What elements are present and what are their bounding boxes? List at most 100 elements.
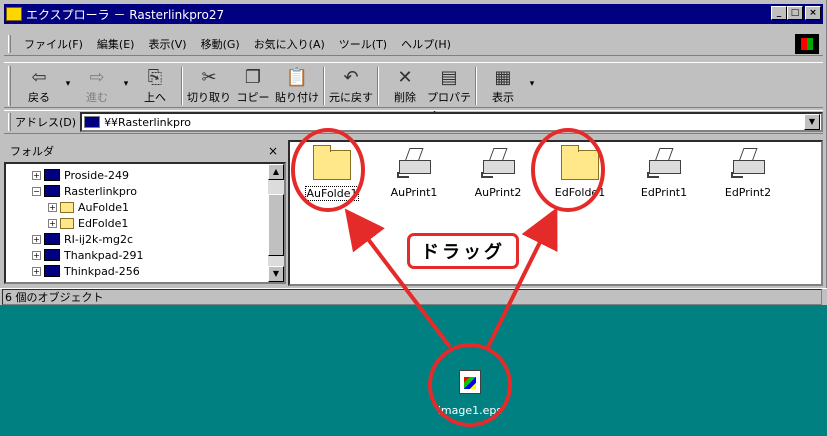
file-item-edprint1[interactable]: EdPrint1 — [624, 144, 704, 210]
toolbar-label: 表示 — [492, 91, 514, 104]
minimize-button[interactable]: _ — [771, 6, 787, 20]
tree-item-label: EdFolde1 — [78, 216, 129, 230]
title-bar[interactable]: エクスプローラ － Rasterlinkpro27 _ □ × — [4, 4, 823, 24]
file-item-edprint2[interactable]: EdPrint2 — [708, 144, 788, 210]
scroll-down-button[interactable]: ▼ — [268, 266, 284, 282]
expand-toggle-icon[interactable]: + — [48, 202, 57, 212]
toolbar-button-undo[interactable]: ↶ 元に戻す — [329, 63, 373, 107]
dropdown-arrow-icon[interactable]: ▾ — [525, 63, 539, 89]
network-printer-icon — [479, 144, 517, 180]
forward-arrow-icon: ⇨ — [89, 67, 105, 88]
menu-help[interactable]: ヘルプ(H) — [394, 36, 458, 52]
expand-toggle-icon[interactable]: + — [32, 234, 41, 244]
file-item-aufolde1[interactable]: AuFolde1 — [292, 144, 372, 210]
address-label: アドレス(D) — [15, 116, 77, 129]
toolbar-button-scissors[interactable]: ✂ 切り取り — [187, 63, 231, 107]
tree-item[interactable]: + EdFolde1 — [48, 216, 128, 230]
computer-icon — [44, 169, 60, 181]
folder-icon — [60, 217, 74, 229]
menubar-grip — [8, 34, 11, 53]
toolbar-button-paste[interactable]: 📋 貼り付け — [275, 63, 319, 107]
close-button[interactable]: × — [805, 6, 821, 20]
tree-item[interactable]: + Thinkpad-256 — [32, 264, 140, 278]
address-value: ¥¥Rasterlinkpro — [104, 115, 191, 129]
address-dropdown-button[interactable]: ▼ — [804, 114, 820, 130]
folder-pane: フォルダ × ▲ ▼ + Proside-249 − Rasterlinkpro + Au… — [4, 140, 286, 286]
tree-item[interactable]: + Proside-249 — [32, 168, 129, 182]
toolbar-button-delete-x[interactable]: ✕ 削除 — [383, 63, 427, 107]
network-printer-icon — [729, 144, 767, 180]
toolbar-button-forward-arrow[interactable]: ⇨ 進む — [75, 63, 119, 107]
toolbar-label: 削除 — [394, 91, 416, 104]
toolbar-button-view[interactable]: ▦ 表示 — [481, 63, 525, 107]
tree-item[interactable]: − Rasterlinkpro — [32, 184, 137, 198]
scroll-up-button[interactable]: ▲ — [268, 164, 284, 180]
scroll-thumb[interactable] — [268, 194, 284, 256]
delete-x-icon: ✕ — [397, 67, 413, 88]
menu-file[interactable]: ファイル(F) — [17, 36, 90, 52]
expand-toggle-icon[interactable]: + — [48, 218, 57, 228]
toolbar-label: 切り取り — [187, 91, 231, 104]
tree-item-label: AuFolde1 — [78, 200, 129, 214]
tree-item[interactable]: + RI-ij2k-mg2c — [32, 232, 133, 246]
up-folder-icon: ⎘ — [147, 67, 163, 88]
toolbar-button-properties[interactable]: ▤プロパティ — [427, 63, 471, 120]
toolbar-label: コピー — [236, 91, 270, 104]
toolbar-label: 元に戻す — [329, 91, 373, 104]
menu-tools[interactable]: ツール(T) — [332, 36, 394, 52]
network-computer-icon — [84, 116, 101, 128]
tree-item-label: Thinkpad-256 — [64, 264, 140, 278]
folder-tree[interactable]: ▲ ▼ + Proside-249− Rasterlinkpro + AuFolde1 +… — [4, 162, 286, 284]
file-item-edfolde1[interactable]: EdFolde1 — [540, 144, 620, 210]
maximize-button[interactable]: □ — [787, 6, 803, 20]
folder-pane-header: フォルダ × — [4, 140, 286, 162]
drag-annotation-label: ドラッグ — [407, 233, 519, 269]
eps-file-label[interactable]: image1.eps — [431, 404, 509, 417]
view-icon: ▦ — [494, 67, 512, 88]
tree-item[interactable]: + Thankpad-291 — [32, 248, 143, 262]
file-item-label: AuPrint1 — [390, 186, 438, 199]
tree-item[interactable]: + AuFolde1 — [48, 200, 129, 214]
toolbar-button-back-arrow[interactable]: ⇦ 戻る — [17, 63, 61, 107]
file-item-label: AuPrint2 — [474, 186, 522, 199]
toolbar: ⇦戻る▾⇨進む▾⎘上へ✂切り取り❐コピー📋貼り付け↶元に戻す✕削除▤プロパティ▦… — [4, 62, 823, 120]
file-item-label: EdPrint2 — [724, 186, 772, 199]
computer-icon — [44, 249, 60, 261]
menu-go[interactable]: 移動(G) — [194, 36, 247, 52]
dropdown-arrow-icon[interactable]: ▾ — [61, 63, 75, 89]
file-item-auprint1[interactable]: AuPrint1 — [374, 144, 454, 210]
file-item-label: EdFolde1 — [554, 186, 606, 199]
expand-toggle-icon[interactable]: + — [32, 266, 41, 276]
toolbar-button-up-folder[interactable]: ⎘ 上へ — [133, 63, 177, 107]
network-printer-icon — [395, 144, 433, 180]
expand-toggle-icon[interactable]: + — [32, 250, 41, 260]
file-list-pane[interactable]: AuFolde1 AuPrint1 AuPrint2 EdFolde1 EdPrint1… — [288, 140, 823, 286]
folder-pane-close-button[interactable]: × — [268, 144, 278, 158]
toolbar-label: 進む — [86, 91, 108, 104]
tree-item-label: Rasterlinkpro — [64, 184, 137, 198]
expand-toggle-icon[interactable]: − — [32, 186, 41, 196]
desktop[interactable] — [0, 305, 827, 436]
windows-logo-icon — [795, 34, 819, 54]
expand-toggle-icon[interactable]: + — [32, 170, 41, 180]
computer-icon — [44, 265, 60, 277]
file-item-label: EdPrint1 — [640, 186, 688, 199]
menu-edit[interactable]: 編集(E) — [90, 36, 142, 52]
toolbar-label: 上へ — [144, 91, 166, 104]
menu-view[interactable]: 表示(V) — [141, 36, 193, 52]
folder-pane-title: フォルダ — [10, 145, 54, 158]
toolbar-button-copy[interactable]: ❐ コピー — [231, 63, 275, 107]
menu-bar: ファイル(F) 編集(E) 表示(V) 移動(G) お気に入り(A) ツール(T… — [4, 32, 823, 56]
file-item-auprint2[interactable]: AuPrint2 — [458, 144, 538, 210]
tree-scrollbar[interactable]: ▲ ▼ — [268, 164, 284, 282]
explorer-icon — [6, 7, 22, 21]
eps-file-icon[interactable] — [459, 370, 481, 394]
paste-icon: 📋 — [285, 67, 309, 88]
menu-favorites[interactable]: お気に入り(A) — [247, 36, 332, 52]
tree-item-label: Thankpad-291 — [64, 248, 144, 262]
toolbar-grip — [8, 66, 11, 106]
address-input[interactable]: ¥¥Rasterlinkpro ▼ — [80, 112, 823, 132]
file-item-label: AuFolde1 — [304, 186, 360, 201]
dropdown-arrow-icon[interactable]: ▾ — [119, 63, 133, 89]
status-text: 6 個のオブジェクト — [2, 289, 822, 305]
